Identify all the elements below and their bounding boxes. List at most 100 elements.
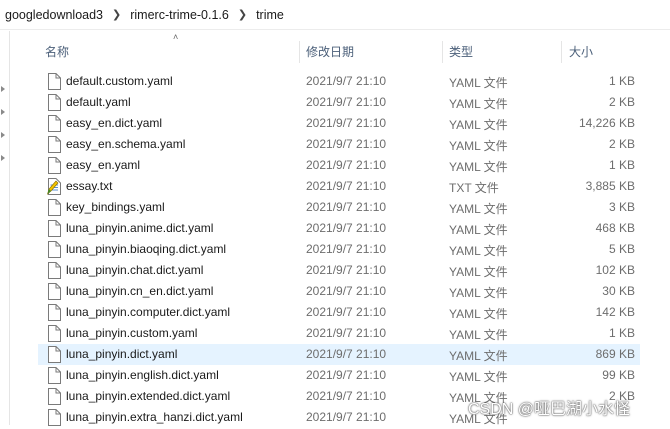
file-size: 5 KB [608,242,635,256]
breadcrumb-item-googledownload3[interactable]: googledownload3 [5,8,103,22]
column-divider[interactable] [561,41,562,63]
yaml-file-icon [47,304,61,321]
file-row[interactable]: default.custom.yaml 2021/9/7 21:10 YAML 文件… [38,71,640,92]
column-divider[interactable] [442,41,443,63]
navigation-pane[interactable] [0,31,10,425]
yaml-file-icon [47,73,61,90]
file-type: YAML 文件 [449,307,508,321]
file-size: 1 KB [608,326,635,340]
yaml-file-icon [47,157,61,174]
expand-arrow-icon[interactable] [1,155,5,161]
watermark: CSDN @哑巴湖小水怪 [468,401,631,418]
yaml-file-icon [47,199,61,216]
file-name: default.custom.yaml [66,74,173,88]
file-type: YAML 文件 [449,286,508,300]
expand-arrow-icon[interactable] [1,132,5,138]
file-date-modified: 2021/9/7 21:10 [306,326,387,340]
chevron-right-icon[interactable]: ❯ [112,8,121,21]
file-type: YAML 文件 [449,328,508,342]
file-row[interactable]: easy_en.schema.yaml 2021/9/7 21:10 YAML 文件… [38,134,640,155]
file-size: 99 KB [602,368,635,382]
file-row[interactable]: key_bindings.yaml 2021/9/7 21:10 YAML 文件 3 … [38,197,640,218]
column-header: ˄ 名称 修改日期 类型 大小 [10,31,670,69]
column-header-name[interactable]: 名称 [45,43,69,60]
expand-arrow-icon[interactable] [1,109,5,115]
file-date-modified: 2021/9/7 21:10 [306,368,387,382]
column-header-date[interactable]: 修改日期 [306,43,354,60]
chevron-right-icon[interactable]: ❯ [238,8,247,21]
file-date-modified: 2021/9/7 21:10 [306,137,387,151]
yaml-file-icon [47,262,61,279]
file-type: YAML 文件 [449,97,508,111]
column-header-type[interactable]: 类型 [449,43,473,60]
file-name: luna_pinyin.custom.yaml [66,326,198,340]
file-date-modified: 2021/9/7 21:10 [306,410,387,424]
file-date-modified: 2021/9/7 21:10 [306,263,387,277]
yaml-file-icon [47,409,61,426]
file-row[interactable]: luna_pinyin.english.dict.yaml 2021/9/7 21… [38,365,640,386]
file-row[interactable]: luna_pinyin.cn_en.dict.yaml 2021/9/7 21:1… [38,281,640,302]
file-name: luna_pinyin.biaoqing.dict.yaml [66,242,227,256]
file-date-modified: 2021/9/7 21:10 [306,347,387,361]
yaml-file-icon [47,94,61,111]
file-size: 14,226 KB [578,116,635,130]
file-date-modified: 2021/9/7 21:10 [306,74,387,88]
yaml-file-icon [47,283,61,300]
file-name: easy_en.schema.yaml [66,137,186,151]
file-date-modified: 2021/9/7 21:10 [306,95,387,109]
column-header-size[interactable]: 大小 [569,43,593,60]
column-divider[interactable] [299,41,300,63]
file-name: luna_pinyin.chat.dict.yaml [66,263,204,277]
file-name: luna_pinyin.dict.yaml [66,347,178,361]
expand-arrow-icon[interactable] [1,86,5,92]
file-name: luna_pinyin.anime.dict.yaml [66,221,214,235]
file-row[interactable]: luna_pinyin.anime.dict.yaml 2021/9/7 21:1… [38,218,640,239]
file-name: luna_pinyin.english.dict.yaml [66,368,219,382]
yaml-file-icon [47,346,61,363]
file-size: 3 KB [608,200,635,214]
yaml-file-icon [47,220,61,237]
file-row[interactable]: easy_en.dict.yaml 2021/9/7 21:10 YAML 文件 14… [38,113,640,134]
file-size: 1 KB [608,158,635,172]
file-size: 30 KB [602,284,635,298]
yaml-file-icon [47,136,61,153]
file-row[interactable]: luna_pinyin.computer.dict.yaml 2021/9/7 2… [38,302,640,323]
file-type: YAML 文件 [449,76,508,90]
file-date-modified: 2021/9/7 21:10 [306,242,387,256]
file-row[interactable]: essay.txt 2021/9/7 21:10 TXT 文件 3,885 KB [38,176,640,197]
file-row[interactable]: default.yaml 2021/9/7 21:10 YAML 文件 2 KB [38,92,640,113]
breadcrumb: googledownload3 ❯ rimerc-trime-0.1.6 ❯ t… [0,0,670,30]
file-size: 2 KB [608,95,635,109]
file-type: YAML 文件 [449,160,508,174]
breadcrumb-item-trime[interactable]: trime [256,8,284,22]
file-size: 3,885 KB [585,179,635,193]
file-row[interactable]: luna_pinyin.dict.yaml 2021/9/7 21:10 YAML … [38,344,640,365]
file-type: TXT 文件 [449,181,499,195]
file-row[interactable]: easy_en.yaml 2021/9/7 21:10 YAML 文件 1 KB [38,155,640,176]
file-type: YAML 文件 [449,202,508,216]
file-size: 869 KB [595,347,635,361]
yaml-file-icon [47,241,61,258]
file-row[interactable]: luna_pinyin.biaoqing.dict.yaml 2021/9/7 2… [38,239,640,260]
file-date-modified: 2021/9/7 21:10 [306,284,387,298]
file-type: YAML 文件 [449,244,508,258]
file-row[interactable]: luna_pinyin.chat.dict.yaml 2021/9/7 21:10… [38,260,640,281]
file-name: easy_en.dict.yaml [66,116,163,130]
file-name: luna_pinyin.extended.dict.yaml [66,389,231,403]
file-type: YAML 文件 [449,118,508,132]
file-size: 1 KB [608,74,635,88]
file-type: YAML 文件 [449,370,508,384]
file-name: easy_en.yaml [66,158,141,172]
text-file-icon [46,178,61,195]
file-name: luna_pinyin.extra_hanzi.dict.yaml [66,410,243,424]
yaml-file-icon [47,325,61,342]
file-row[interactable]: luna_pinyin.custom.yaml 2021/9/7 21:10 YAM… [38,323,640,344]
file-type: YAML 文件 [449,223,508,237]
file-size: 142 KB [595,305,635,319]
yaml-file-icon [47,388,61,405]
file-size: 468 KB [595,221,635,235]
breadcrumb-item-rimerc-trime[interactable]: rimerc-trime-0.1.6 [130,8,229,22]
file-name: luna_pinyin.computer.dict.yaml [66,305,231,319]
file-type: YAML 文件 [449,139,508,153]
file-date-modified: 2021/9/7 21:10 [306,116,387,130]
